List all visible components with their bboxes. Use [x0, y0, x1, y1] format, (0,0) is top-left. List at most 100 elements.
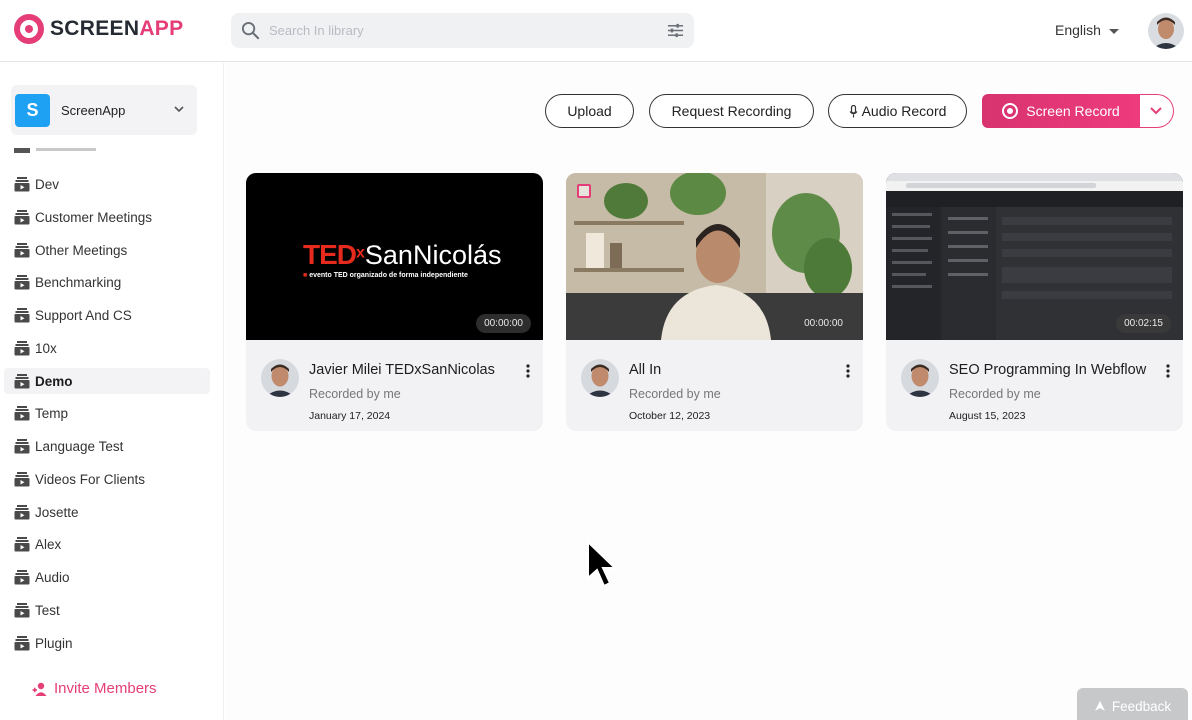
- owner-avatar: [901, 359, 939, 397]
- mouse-cursor-icon: [587, 540, 618, 588]
- sidebar-folder-label: Plugin: [35, 635, 73, 651]
- folder-stack-icon: [14, 504, 30, 519]
- video-card[interactable]: 00:00:00 All In Recorded by me October 1…: [566, 173, 863, 431]
- chevron-down-icon: [1150, 107, 1162, 115]
- library-search: [231, 13, 694, 48]
- sidebar-folder-label: Other Meetings: [35, 242, 128, 258]
- video-thumbnail[interactable]: 00:00:00: [566, 173, 863, 340]
- main-content: Upload Request Recording Audio Record Sc…: [225, 63, 1192, 720]
- sidebar-folder-label: Demo: [35, 373, 73, 389]
- sidebar-folder-item[interactable]: Test: [4, 597, 210, 623]
- owner-avatar: [581, 359, 619, 397]
- video-recorded-by: Recorded by me: [949, 387, 1041, 401]
- video-date: October 12, 2023: [629, 410, 711, 422]
- folder-stack-icon: [14, 275, 30, 290]
- more-options-icon[interactable]: [845, 363, 851, 379]
- workspace-name: ScreenApp: [61, 103, 126, 118]
- sidebar-folder-item[interactable]: Language Test: [4, 433, 210, 459]
- sidebar-folder-label: Test: [35, 602, 60, 618]
- audio-record-label: Audio Record: [861, 103, 947, 119]
- folder-stack-icon: [14, 177, 30, 192]
- video-recorded-by: Recorded by me: [309, 387, 401, 401]
- filter-sliders-icon[interactable]: [667, 22, 684, 39]
- video-date: January 17, 2024: [309, 410, 391, 422]
- video-card[interactable]: 00:02:15 SEO Programming In Webflow Reco…: [886, 173, 1183, 431]
- video-card[interactable]: TEDxSanNicolás ■ evento TED organizado d…: [246, 173, 543, 431]
- screen-record-button[interactable]: Screen Record: [982, 94, 1140, 128]
- video-title[interactable]: SEO Programming In Webflow: [949, 362, 1149, 378]
- sidebar-folder-item[interactable]: Alex: [4, 531, 210, 557]
- user-avatar[interactable]: [1148, 13, 1184, 49]
- folder-stack-icon: [14, 635, 30, 650]
- sidebar-folder-label: Dev: [35, 177, 60, 192]
- sidebar-folder-item[interactable]: Josette: [4, 499, 210, 525]
- tedx-logo: TEDxSanNicolás: [303, 239, 501, 271]
- add-user-icon: [32, 682, 47, 696]
- select-checkbox[interactable]: [577, 184, 591, 198]
- invite-members-label: Invite Members: [54, 680, 157, 697]
- folder-list: Dev Customer Meetings Other Meetings Benchm…: [0, 148, 224, 668]
- sidebar: S ScreenApp Dev Customer Meetings Other Me…: [0, 63, 224, 720]
- video-title[interactable]: Javier Milei TEDxSanNicolas: [309, 362, 509, 378]
- tedx-brand: TED: [303, 239, 357, 270]
- folder-stack-icon: [14, 570, 30, 585]
- feedback-button[interactable]: Feedback: [1077, 688, 1188, 720]
- folder-stack-icon: [14, 308, 30, 323]
- audio-record-button[interactable]: Audio Record: [828, 94, 967, 128]
- workspace-selector[interactable]: S ScreenApp: [11, 85, 197, 135]
- sidebar-folder-item[interactable]: Other Meetings: [4, 237, 210, 263]
- search-input[interactable]: [269, 19, 649, 42]
- logo-icon: [14, 14, 44, 44]
- folder-stack-icon: [14, 537, 30, 552]
- avatar-image: [1148, 13, 1184, 49]
- sidebar-folder-item[interactable]: Customer Meetings: [4, 204, 210, 230]
- sidebar-folder-label: Customer Meetings: [35, 209, 153, 225]
- feedback-arrow-icon: [1094, 701, 1105, 711]
- sidebar-folder-label: Josette: [35, 504, 79, 520]
- sidebar-folder-label: Temp: [35, 406, 69, 422]
- video-duration: 00:00:00: [796, 314, 851, 333]
- sidebar-folder-label: 10x: [35, 340, 57, 356]
- feedback-label: Feedback: [1111, 698, 1172, 714]
- tedx-tagline: ■ evento TED organizado de forma indepen…: [303, 272, 468, 279]
- video-date: August 15, 2023: [949, 410, 1026, 422]
- screen-record-dropdown[interactable]: [1140, 94, 1174, 128]
- language-label: English: [1055, 22, 1101, 38]
- more-options-icon[interactable]: [525, 363, 531, 379]
- sidebar-folder-item[interactable]: 10x: [4, 335, 210, 361]
- video-title[interactable]: All In: [629, 362, 829, 378]
- screenapp-logo[interactable]: SCREENAPP: [14, 14, 183, 44]
- owner-avatar: [261, 359, 299, 397]
- video-recorded-by: Recorded by me: [629, 387, 721, 401]
- tedx-place: SanNicolás: [364, 240, 502, 270]
- screen-record-label: Screen Record: [1026, 103, 1120, 119]
- sidebar-folder-item[interactable]: Videos For Clients: [4, 466, 210, 492]
- sidebar-folder-item[interactable]: Dev: [4, 171, 210, 197]
- upload-label: Upload: [567, 103, 612, 119]
- sidebar-folder-item[interactable]: Temp: [4, 400, 210, 426]
- request-recording-label: Request Recording: [671, 103, 792, 119]
- sidebar-folder-item[interactable]: Audio: [4, 564, 210, 590]
- video-duration: 00:00:00: [476, 314, 531, 333]
- folder-stack-icon: [14, 373, 30, 388]
- video-duration: 00:02:15: [1116, 314, 1171, 333]
- folder-item-partial: [14, 148, 96, 153]
- folder-stack-icon: [14, 209, 30, 225]
- sidebar-folder-item[interactable]: Benchmarking: [4, 269, 210, 295]
- sidebar-folder-label: Audio: [35, 570, 70, 585]
- folder-stack-icon: [14, 439, 30, 454]
- logo-text: SCREENAPP: [50, 17, 183, 41]
- folder-stack-icon: [14, 406, 30, 421]
- invite-members-button[interactable]: Invite Members: [32, 680, 157, 697]
- more-options-icon[interactable]: [1165, 363, 1171, 379]
- sidebar-folder-item[interactable]: Demo: [4, 367, 210, 394]
- video-thumbnail[interactable]: TEDxSanNicolás ■ evento TED organizado d…: [246, 173, 543, 340]
- upload-button[interactable]: Upload: [545, 94, 634, 128]
- request-recording-button[interactable]: Request Recording: [649, 94, 814, 128]
- video-thumbnail[interactable]: 00:02:15: [886, 173, 1183, 340]
- language-selector[interactable]: English: [1055, 22, 1119, 38]
- sidebar-folder-item[interactable]: Plugin: [4, 630, 210, 656]
- microphone-icon: [849, 104, 858, 117]
- search-icon: [241, 21, 260, 40]
- sidebar-folder-item[interactable]: Support And CS: [4, 302, 210, 328]
